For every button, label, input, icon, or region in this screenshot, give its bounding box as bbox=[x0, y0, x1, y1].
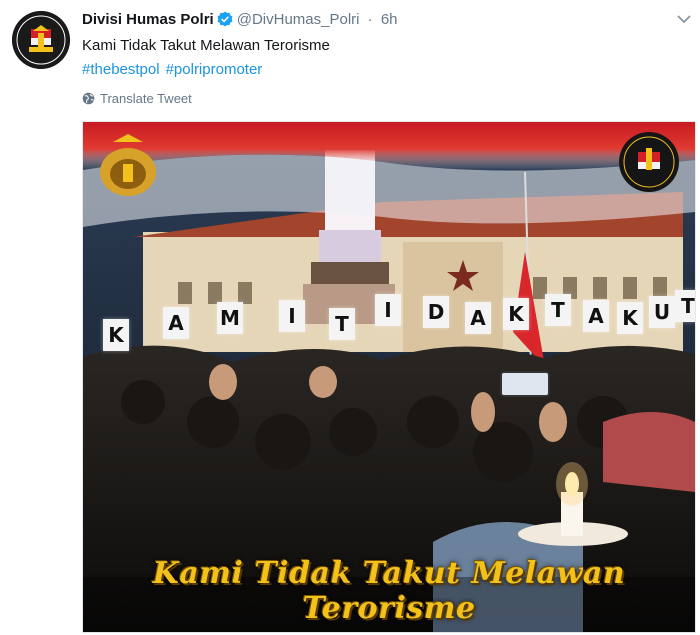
avatar[interactable] bbox=[12, 11, 70, 69]
tweet-text: Kami Tidak Takut Melawan Terorisme bbox=[82, 37, 330, 54]
hashtag-link[interactable]: #polripromoter bbox=[166, 61, 263, 78]
sign-card: K bbox=[503, 298, 529, 330]
author-name[interactable]: Divisi Humas Polri bbox=[82, 11, 214, 28]
verified-badge-icon bbox=[217, 11, 233, 33]
translate-tweet-button[interactable]: Translate Tweet bbox=[82, 91, 192, 106]
sign-card: A bbox=[465, 302, 491, 334]
separator-dot: · bbox=[367, 11, 373, 28]
more-options-button[interactable] bbox=[676, 12, 692, 30]
sign-card: I bbox=[279, 300, 305, 332]
sign-card: U bbox=[649, 296, 675, 328]
translate-label: Translate Tweet bbox=[100, 91, 192, 106]
tweet-media-image[interactable]: K A M I T I D A K T A K U T Kami Tidak T… bbox=[82, 121, 696, 633]
sign-card: A bbox=[583, 300, 609, 332]
chevron-down-icon bbox=[677, 15, 691, 24]
tweet-time[interactable]: 6h bbox=[381, 11, 398, 28]
sign-card: K bbox=[103, 319, 129, 351]
hashtag-link[interactable]: #thebestpol bbox=[82, 61, 160, 78]
author-handle[interactable]: @DivHumas_Polri bbox=[237, 11, 360, 28]
hashtags: #thebestpol #polripromoter bbox=[82, 60, 268, 80]
sign-card: M bbox=[217, 302, 243, 334]
tweet-header: Divisi Humas Polri @DivHumas_Polri · 6h bbox=[82, 10, 398, 33]
sign-card: T bbox=[675, 290, 695, 322]
sign-card: D bbox=[423, 296, 449, 328]
globe-icon bbox=[82, 92, 95, 105]
sign-card: A bbox=[163, 307, 189, 339]
humas-polri-logo-icon bbox=[12, 11, 70, 69]
sign-card: K bbox=[617, 302, 643, 334]
humas-polri-logo-icon bbox=[619, 132, 679, 192]
sign-card: I bbox=[375, 294, 401, 326]
sign-card: T bbox=[329, 308, 355, 340]
media-caption: Kami Tidak Takut Melawan Terorisme bbox=[152, 556, 626, 626]
sign-card: T bbox=[545, 294, 571, 326]
